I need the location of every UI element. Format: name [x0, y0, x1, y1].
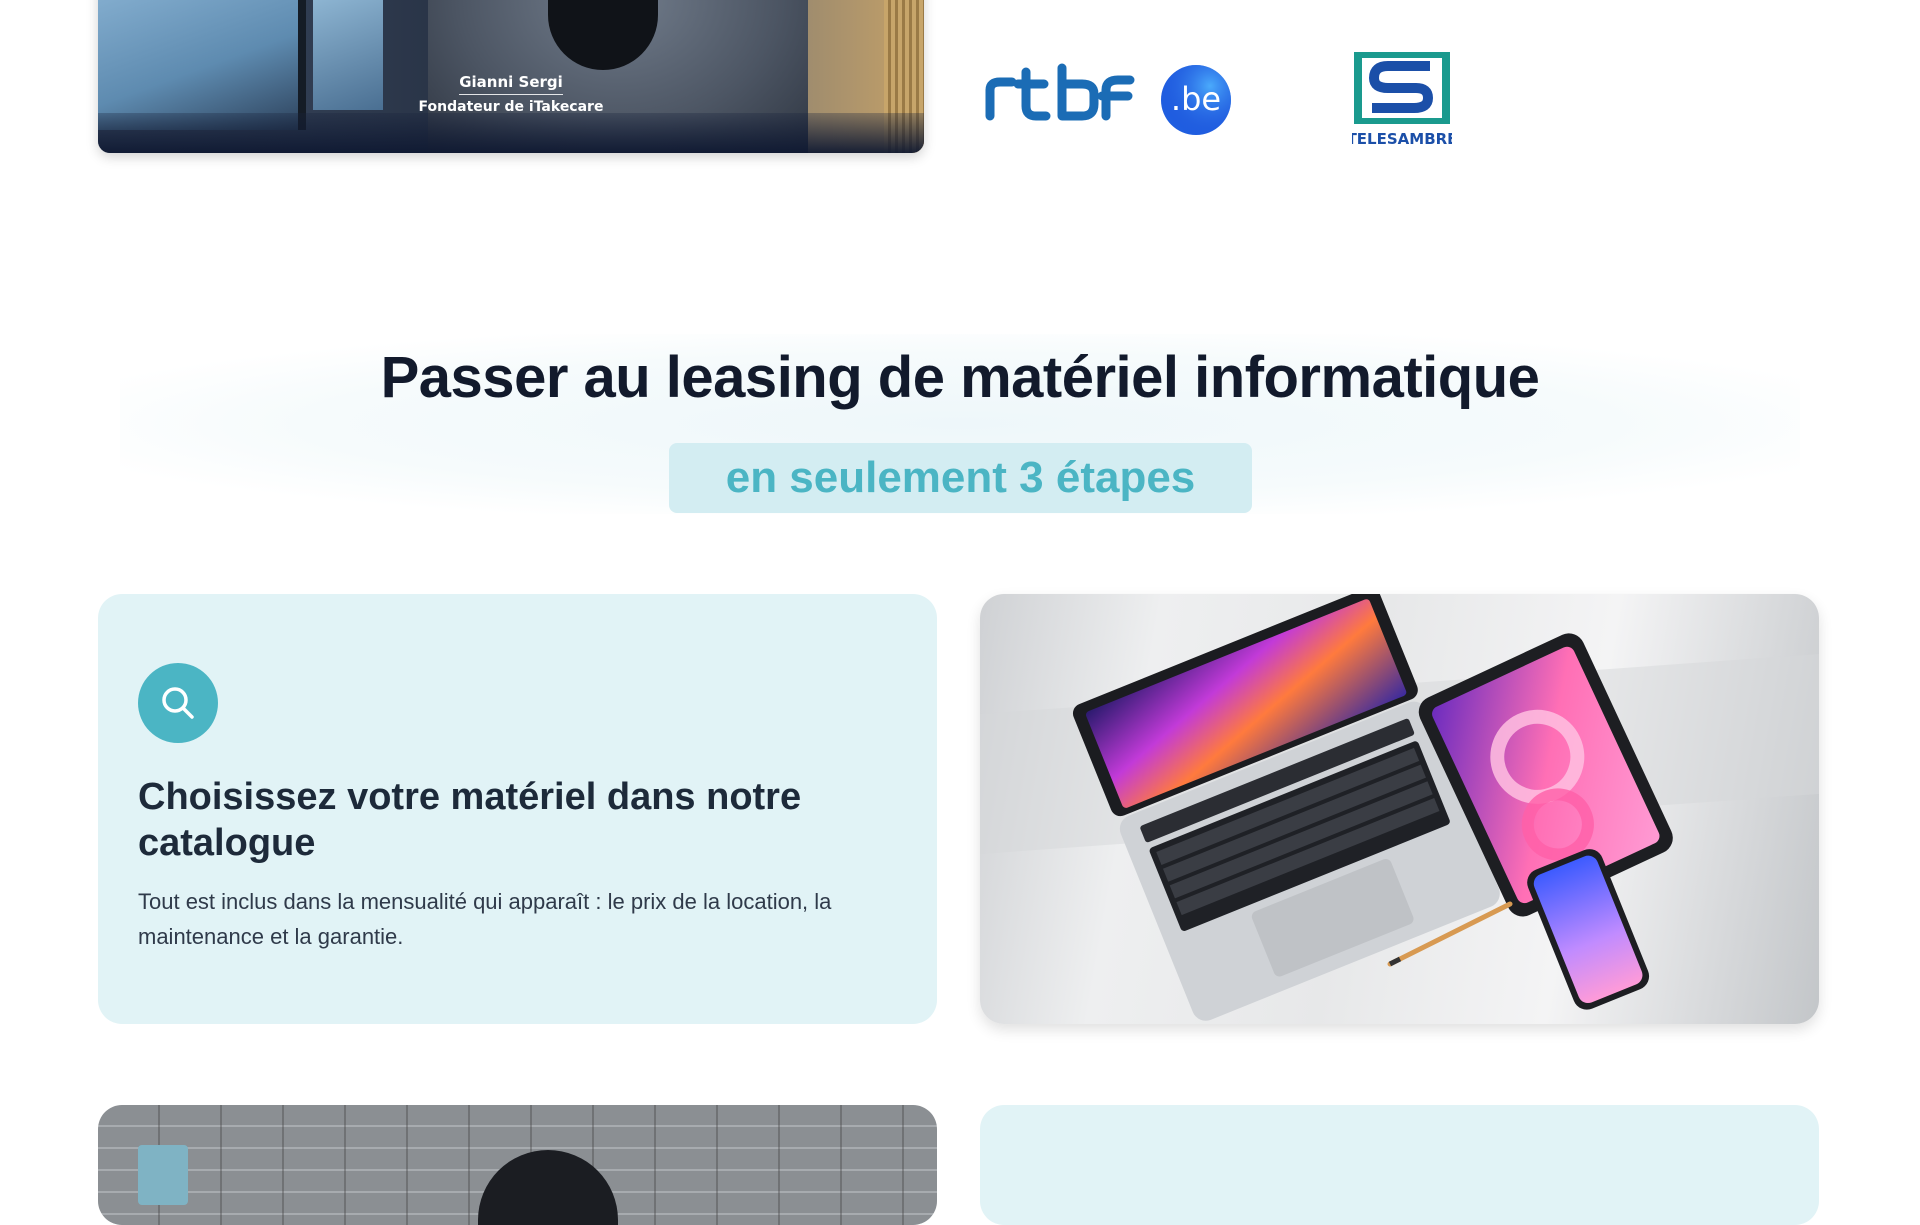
section-title: Passer au leasing de matériel informatiq…	[380, 345, 1540, 410]
step-card-1: Choisissez votre matériel dans notre cat…	[98, 594, 937, 1024]
devices-illustration	[980, 594, 1819, 1021]
speaker-role: Fondateur de iTakecare	[418, 99, 604, 115]
desk-shadow	[98, 113, 924, 153]
step-description: Tout est inclus dans la mensualité qui a…	[138, 889, 832, 949]
telesambre-logo: TELESAMBRE	[1352, 52, 1452, 148]
search-icon	[138, 663, 218, 743]
video-caption: Gianni Sergi Fondateur de iTakecare	[98, 72, 924, 115]
svg-text:.be: .be	[1171, 80, 1221, 118]
section-subtitle: en seulement 3 étapes	[669, 443, 1252, 513]
step-2-image	[98, 1105, 937, 1225]
search-icon-glyph	[162, 687, 194, 719]
step-title: Choisissez votre matériel dans notre cat…	[138, 776, 802, 864]
devices-image	[980, 594, 1819, 1024]
lamp-shape	[138, 1145, 188, 1205]
step-card-2	[980, 1105, 1819, 1225]
video-thumbnail[interactable]: Gianni Sergi Fondateur de iTakecare	[98, 0, 924, 153]
speaker-name: Gianni Sergi	[459, 73, 563, 95]
rtbf-logo: .be	[985, 63, 1231, 135]
svg-text:TELESAMBRE: TELESAMBRE	[1352, 130, 1452, 148]
